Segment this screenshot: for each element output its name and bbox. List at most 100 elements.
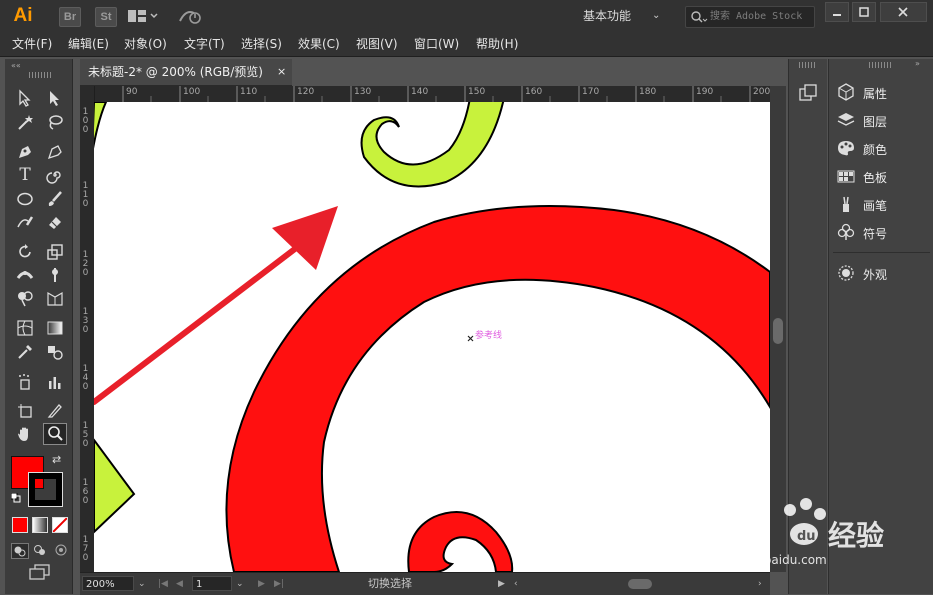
paintbrush-tool-icon[interactable] (43, 188, 67, 210)
layers-icon (837, 111, 855, 132)
panel-brushes[interactable]: 画笔 (837, 194, 887, 216)
panel-divider (833, 252, 930, 253)
panel-properties[interactable]: 属性 (837, 82, 887, 104)
blend-tool-icon[interactable] (43, 341, 67, 363)
menu-select[interactable]: 选择(S) (241, 32, 282, 56)
scroll-left-icon[interactable]: ‹ (514, 573, 518, 595)
gradient-tool-icon[interactable] (43, 317, 67, 339)
maximize-button[interactable] (852, 2, 876, 22)
watermark-brand-latin: Bai (716, 510, 769, 548)
arrange-documents-icon[interactable] (128, 9, 158, 26)
vertical-scroll-thumb[interactable] (773, 318, 783, 344)
screen-mode-icon[interactable] (29, 564, 51, 580)
adobe-stock-search-input[interactable]: 搜索 Adobe Stock (685, 6, 815, 28)
color-mode-button[interactable] (12, 517, 28, 533)
default-fill-stroke-icon[interactable] (10, 492, 21, 503)
eyedropper-tool-icon[interactable] (13, 341, 37, 363)
mesh-tool-icon[interactable] (13, 317, 37, 339)
last-artboard-icon[interactable]: ▶| (274, 573, 284, 595)
cursor-crosshair (467, 335, 474, 342)
horizontal-scroll-thumb[interactable] (628, 579, 652, 589)
libraries-icon[interactable] (798, 83, 818, 103)
panel-symbols[interactable]: 符号 (837, 222, 887, 244)
hand-tool-icon[interactable] (13, 423, 37, 445)
ruler-label: 160 (82, 478, 89, 506)
type-tool-icon[interactable]: T (13, 164, 37, 186)
first-artboard-icon[interactable]: |◀ (158, 573, 168, 595)
scale-tool-icon[interactable] (43, 241, 67, 263)
panel-swatches[interactable]: 色板 (837, 166, 887, 188)
rotate-tool-icon[interactable] (13, 241, 37, 263)
curvature-tool-icon[interactable] (43, 141, 67, 163)
eraser-tool-icon[interactable] (43, 211, 67, 233)
menu-type[interactable]: 文字(T) (184, 32, 225, 56)
horizontal-ruler[interactable]: 90 100 110 120 130 140 150 160 170 180 1… (80, 86, 770, 103)
draw-behind-icon[interactable] (32, 543, 48, 557)
menu-edit[interactable]: 编辑(E) (68, 32, 109, 56)
draw-inside-icon[interactable] (53, 543, 69, 557)
draw-normal-icon[interactable] (11, 543, 29, 559)
menu-file[interactable]: 文件(F) (12, 32, 52, 56)
document-tab[interactable]: 未标题-2* @ 200% (RGB/预览) × (80, 59, 292, 86)
artboard-dropdown-chevron-icon[interactable]: ⌄ (236, 573, 244, 595)
puppet-warp-tool-icon[interactable] (43, 264, 67, 286)
spiral-tool-icon[interactable] (43, 164, 67, 186)
menu-object[interactable]: 对象(O) (124, 32, 167, 56)
menu-view[interactable]: 视图(V) (356, 32, 398, 56)
close-window-button[interactable] (880, 2, 927, 22)
menu-effect[interactable]: 效果(C) (298, 32, 340, 56)
ruler-label: 140 (411, 87, 429, 97)
lime-shape-left (94, 438, 136, 534)
status-menu-arrow-icon[interactable]: ▶ (498, 573, 505, 595)
menu-help[interactable]: 帮助(H) (476, 32, 518, 56)
close-tab-icon[interactable]: × (277, 59, 286, 85)
stroke-color-swatch[interactable] (28, 472, 63, 507)
shaper-tool-icon[interactable] (13, 211, 37, 233)
selection-tool-icon[interactable] (13, 87, 37, 109)
ellipse-tool-icon[interactable] (13, 188, 37, 210)
magic-wand-tool-icon[interactable] (13, 111, 37, 133)
panel-color[interactable]: 颜色 (837, 138, 887, 160)
stock-button[interactable]: St (95, 7, 117, 27)
application-bar: Ai Br St 基本功能 ⌄ 搜索 Adobe Stock (0, 0, 933, 33)
swap-fill-stroke-icon[interactable]: ⇄ (52, 453, 61, 466)
artboard-canvas[interactable]: 参考线 (94, 102, 770, 572)
ruler-label: 110 (82, 181, 89, 209)
bridge-button[interactable]: Br (59, 7, 81, 27)
expand-panels-icon[interactable]: » (915, 59, 920, 68)
artboard-tool-icon[interactable] (13, 400, 37, 422)
next-artboard-icon[interactable]: ▶ (258, 573, 265, 595)
artboard-number-field[interactable]: 1 (192, 576, 232, 591)
zoom-level-field[interactable]: 200% (82, 576, 134, 591)
status-text[interactable]: 切换选择 (368, 573, 412, 595)
direct-selection-tool-icon[interactable] (43, 87, 67, 109)
column-graph-tool-icon[interactable] (43, 371, 67, 393)
workspace-switcher[interactable]: 基本功能 (583, 0, 631, 32)
panel-grip[interactable] (869, 62, 893, 68)
gpu-performance-icon[interactable] (178, 7, 204, 28)
ruler-label: 120 (297, 87, 315, 97)
previous-artboard-icon[interactable]: ◀ (176, 573, 183, 595)
panel-appearance[interactable]: 外观 (837, 263, 887, 285)
panel-grip[interactable] (799, 62, 817, 68)
perspective-grid-tool-icon[interactable] (43, 287, 67, 309)
zoom-dropdown-chevron-icon[interactable]: ⌄ (138, 573, 146, 595)
menu-window[interactable]: 窗口(W) (414, 32, 459, 56)
chevron-down-icon[interactable]: ⌄ (652, 0, 660, 32)
slice-tool-icon[interactable] (43, 400, 67, 422)
collapse-arrows-icon[interactable]: «« (11, 61, 21, 70)
ruler-label: 200 (753, 87, 771, 97)
scroll-right-icon[interactable]: › (758, 573, 762, 595)
panel-grip[interactable] (29, 72, 51, 78)
zoom-tool-icon[interactable] (43, 423, 67, 445)
lasso-tool-icon[interactable] (43, 111, 67, 133)
shape-builder-tool-icon[interactable] (13, 287, 37, 309)
gradient-mode-button[interactable] (32, 517, 48, 533)
pen-tool-icon[interactable] (13, 141, 37, 163)
width-tool-icon[interactable] (13, 264, 37, 286)
none-mode-button[interactable] (52, 517, 68, 533)
minimize-button[interactable] (825, 2, 849, 22)
symbol-sprayer-tool-icon[interactable] (13, 371, 37, 393)
vertical-ruler[interactable]: 100 110 120 130 140 150 160 170 (80, 86, 95, 572)
panel-layers[interactable]: 图层 (837, 110, 887, 132)
